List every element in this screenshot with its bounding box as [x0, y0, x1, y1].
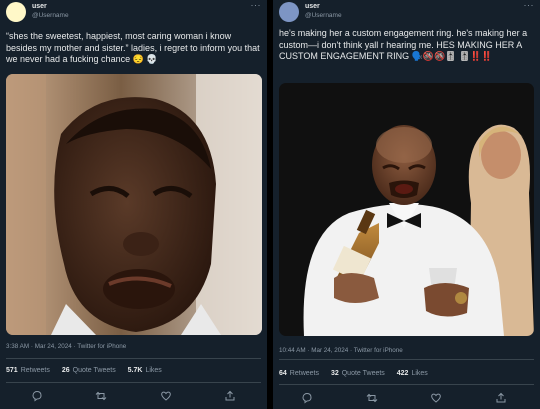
more-options-icon[interactable]: ···: [524, 0, 535, 10]
divider: [6, 358, 261, 359]
more-options-icon[interactable]: ···: [251, 0, 262, 10]
reply-icon[interactable]: [301, 391, 315, 405]
divider: [279, 384, 534, 385]
like-icon[interactable]: [160, 389, 174, 403]
username[interactable]: user: [32, 3, 47, 10]
action-bar: [0, 389, 267, 405]
crying-man-photo: [6, 74, 262, 335]
quote-tweets-stat[interactable]: 26 Quote Tweets: [62, 367, 116, 374]
engagement-stats: 571 Retweets 26 Quote Tweets 5.7K Likes: [6, 367, 172, 374]
tweet-text: he's making her a custom engagement ring…: [279, 28, 528, 61]
divider: [6, 382, 261, 383]
quote-tweets-stat[interactable]: 32 Quote Tweets: [331, 370, 385, 377]
engagement-stats: 64 Retweets 32 Quote Tweets 422 Likes: [279, 370, 438, 377]
right-tweet-card: user @Username ··· he's making her a cus…: [273, 0, 540, 409]
action-bar: [273, 391, 540, 407]
timestamp[interactable]: 10:44 AM · Mar 24, 2024 · Twitter for iP…: [279, 347, 403, 354]
divider: [279, 359, 534, 360]
timestamp[interactable]: 3:38 AM · Mar 24, 2024 · Twitter for iPh…: [6, 343, 126, 350]
tweet-photo[interactable]: [279, 83, 534, 336]
left-tweet-card: user @Username ··· “shes the sweetest, h…: [0, 0, 267, 409]
tweet-photo[interactable]: [6, 74, 262, 335]
user-handle[interactable]: @Username: [305, 12, 342, 19]
likes-stat[interactable]: 422 Likes: [397, 370, 428, 377]
retweet-icon[interactable]: [366, 391, 380, 405]
avatar[interactable]: [6, 2, 26, 22]
retweets-stat[interactable]: 64 Retweets: [279, 370, 319, 377]
user-handle[interactable]: @Username: [32, 12, 69, 19]
share-icon[interactable]: [224, 389, 238, 403]
likes-stat[interactable]: 5.7K Likes: [128, 367, 162, 374]
reply-icon[interactable]: [31, 389, 45, 403]
retweet-icon[interactable]: [95, 389, 109, 403]
username[interactable]: user: [305, 3, 320, 10]
avatar[interactable]: [279, 2, 299, 22]
tweet-text: “shes the sweetest, happiest, most carin…: [6, 31, 260, 64]
like-icon[interactable]: [430, 391, 444, 405]
retweets-stat[interactable]: 571 Retweets: [6, 367, 50, 374]
share-icon[interactable]: [495, 391, 509, 405]
crying-man-with-bottle-photo: [279, 83, 534, 336]
